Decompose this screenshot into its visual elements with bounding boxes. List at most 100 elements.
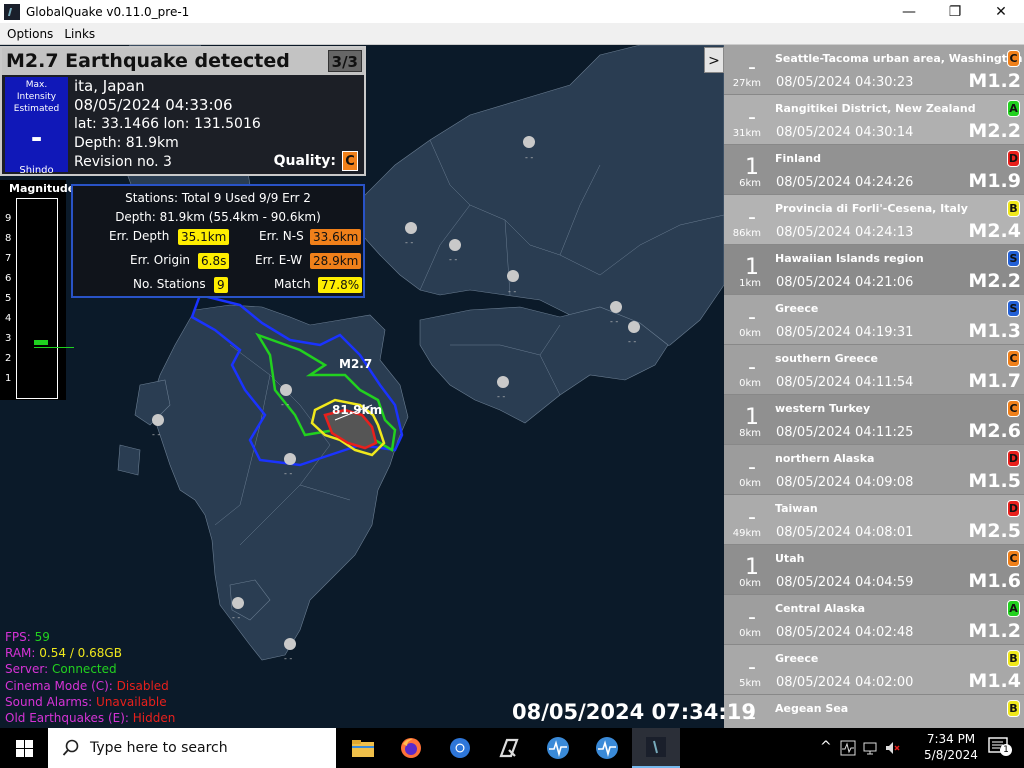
station-marker[interactable] (232, 597, 244, 609)
earthquake-list-item[interactable]: 1 1km Hawaiian Islands region 08/05/2024 04… (724, 245, 1024, 295)
tray-date[interactable]: 5/8/2024 (918, 748, 984, 762)
notification-count: 1 (1000, 744, 1012, 756)
earthquake-list[interactable]: -27km Seattle-Tacoma urban area, Washingt… (724, 45, 1024, 728)
stat-row: Err. Depth 35.1km Err. N-S 33.6km (73, 227, 363, 247)
station-marker[interactable] (280, 384, 292, 396)
chrome-icon (450, 738, 470, 758)
network-icon[interactable] (862, 740, 878, 756)
chevron-up-icon[interactable]: ^ (820, 739, 832, 755)
list-item-time: 08/05/2024 04:09:08 (776, 475, 914, 490)
quake-header: M2.7 Earthquake detected 3/3 (2, 48, 364, 75)
list-item-quality-badge: B (1007, 650, 1020, 667)
list-item-region: Provincia di Forli'-Cesena, Italy (775, 202, 968, 215)
search-placeholder: Type here to search (90, 740, 228, 756)
earthquake-list-item[interactable]: -0km Central Alaska 08/05/2024 04:02:48 M1.… (724, 595, 1024, 645)
list-item-magnitude: M1.3 (968, 320, 1021, 342)
list-item-intensity: 1 (745, 155, 759, 180)
station-marker[interactable] (507, 270, 519, 282)
app-q-icon (499, 738, 519, 758)
station-label: - - (508, 287, 517, 296)
minimize-button[interactable]: — (886, 0, 932, 23)
earthquake-list-item[interactable]: 1 6km Finland 08/05/2024 04:24:26 M1.9 D (724, 145, 1024, 195)
close-button[interactable]: ✕ (978, 0, 1024, 23)
list-item-depth: 0km (739, 378, 761, 389)
earthquake-list-item[interactable]: -0km Greece 08/05/2024 04:19:31 M1.3 S (724, 295, 1024, 345)
station-marker[interactable] (152, 414, 164, 426)
earthquake-list-item[interactable]: 1 8km western Turkey 08/05/2024 04:11:25 M2.… (724, 395, 1024, 445)
menu-links[interactable]: Links (64, 27, 95, 41)
stations-summary: Stations: Total 9 Used 9/9 Err 2 (125, 191, 311, 205)
folder-icon (352, 740, 374, 757)
earthquake-list-item[interactable]: -49km Taiwan 08/05/2024 04:08:01 M2.5 D (724, 495, 1024, 545)
collapse-list-button[interactable]: > (704, 47, 724, 73)
shindo-label-top: Max. Intensity (16, 80, 57, 102)
magnitude-tick-label: 5 (5, 293, 12, 304)
list-item-quality-badge: B (1007, 700, 1020, 717)
maximize-button[interactable]: ❐ (932, 0, 978, 23)
earthquake-list-item[interactable]: -86km Provincia di Forli'-Cesena, Italy 08… (724, 195, 1024, 245)
map-magnitude-label: M2.7 (339, 357, 373, 371)
window-title: GlobalQuake v0.11.0_pre-1 (26, 4, 190, 19)
list-item-region: Finland (775, 152, 822, 165)
station-marker[interactable] (284, 638, 296, 650)
taskbar-chrome[interactable] (436, 728, 484, 768)
list-item-magnitude: M1.5 (968, 470, 1021, 492)
status-line: FPS: 59 (5, 629, 175, 645)
list-item-intensity: - (748, 55, 756, 80)
list-item-region: Taiwan (775, 502, 818, 515)
earthquake-list-item[interactable]: -0km northern Alaska 08/05/2024 04:09:08 M1… (724, 445, 1024, 495)
list-item-time: 08/05/2024 04:11:54 (776, 375, 914, 390)
status-label: Cinema Mode (C): (5, 678, 117, 693)
station-marker[interactable] (610, 301, 622, 313)
station-marker[interactable] (449, 239, 461, 251)
station-marker[interactable] (497, 376, 509, 388)
quake-info: ita, Japan 08/05/2024 04:33:06 lat: 33.1… (74, 77, 261, 172)
quake-latlon: lat: 33.1466 lon: 131.5016 (74, 116, 261, 132)
station-label: - - (405, 238, 414, 247)
stat-row: Err. Origin 6.8s Err. E-W 28.9km (73, 251, 363, 271)
list-item-intensity: - (748, 205, 756, 230)
list-item-region: Central Alaska (775, 602, 866, 615)
earthquake-list-item[interactable]: 1 0km Utah 08/05/2024 04:04:59 M1.6 C (724, 545, 1024, 595)
station-marker[interactable] (405, 222, 417, 234)
list-item-magnitude: M2.5 (968, 520, 1021, 542)
network-monitor-icon[interactable] (840, 740, 856, 756)
stat-row: No. Stations 9 Match 77.8% (73, 275, 363, 295)
list-item-magnitude: M1.6 (968, 570, 1021, 592)
taskbar: Type here to search ^ 7:34 PM 5/8/2024 1 (0, 728, 1024, 768)
earthquake-list-item[interactable]: -0km southern Greece 08/05/2024 04:11:54 M1… (724, 345, 1024, 395)
earthquake-list-item[interactable]: -5km Greece 08/05/2024 04:02:00 M1.4 B (724, 645, 1024, 695)
magnitude-tick-label: 9 (5, 213, 12, 224)
taskbar-globalquake[interactable] (632, 728, 680, 768)
notification-button[interactable]: 1 (988, 737, 1012, 757)
taskbar-app-q[interactable] (485, 728, 533, 768)
status-line: RAM: 0.54 / 0.68GB (5, 645, 175, 661)
earthquake-list-item[interactable]: -27km Seattle-Tacoma urban area, Washingt… (724, 45, 1024, 95)
station-marker[interactable] (628, 321, 640, 333)
list-item-depth: 31km (732, 128, 761, 139)
app-icon (4, 3, 20, 20)
taskbar-file-explorer[interactable] (339, 728, 387, 768)
menu-options[interactable]: Options (7, 27, 53, 41)
list-item-depth: 49km (732, 528, 761, 539)
taskbar-search[interactable]: Type here to search (48, 728, 336, 768)
list-item-depth: 8km (739, 428, 761, 439)
list-item-intensity: - (748, 355, 756, 380)
station-marker[interactable] (284, 453, 296, 465)
start-button[interactable] (0, 728, 48, 768)
status-label: FPS: (5, 630, 35, 644)
tray-time[interactable]: 7:34 PM (918, 732, 984, 746)
taskbar-pulse-app-2[interactable] (583, 728, 631, 768)
earthquake-list-item[interactable]: -31km Rangitikei District, New Zealand 08/… (724, 95, 1024, 145)
list-item-quality-badge: S (1007, 300, 1020, 317)
list-item-depth: 86km (732, 228, 761, 239)
list-item-region: Rangitikei District, New Zealand (775, 102, 976, 115)
taskbar-pulse-app-1[interactable] (534, 728, 582, 768)
quake-count-badge[interactable]: 3/3 (327, 50, 362, 72)
earthquake-list-item[interactable]: - Aegean Sea B (724, 695, 1024, 728)
station-marker[interactable] (523, 136, 535, 148)
list-item-time: 08/05/2024 04:21:06 (776, 275, 914, 290)
station-label: - - (449, 255, 458, 264)
taskbar-firefox[interactable] (387, 728, 435, 768)
volume-muted-icon[interactable] (884, 740, 900, 756)
